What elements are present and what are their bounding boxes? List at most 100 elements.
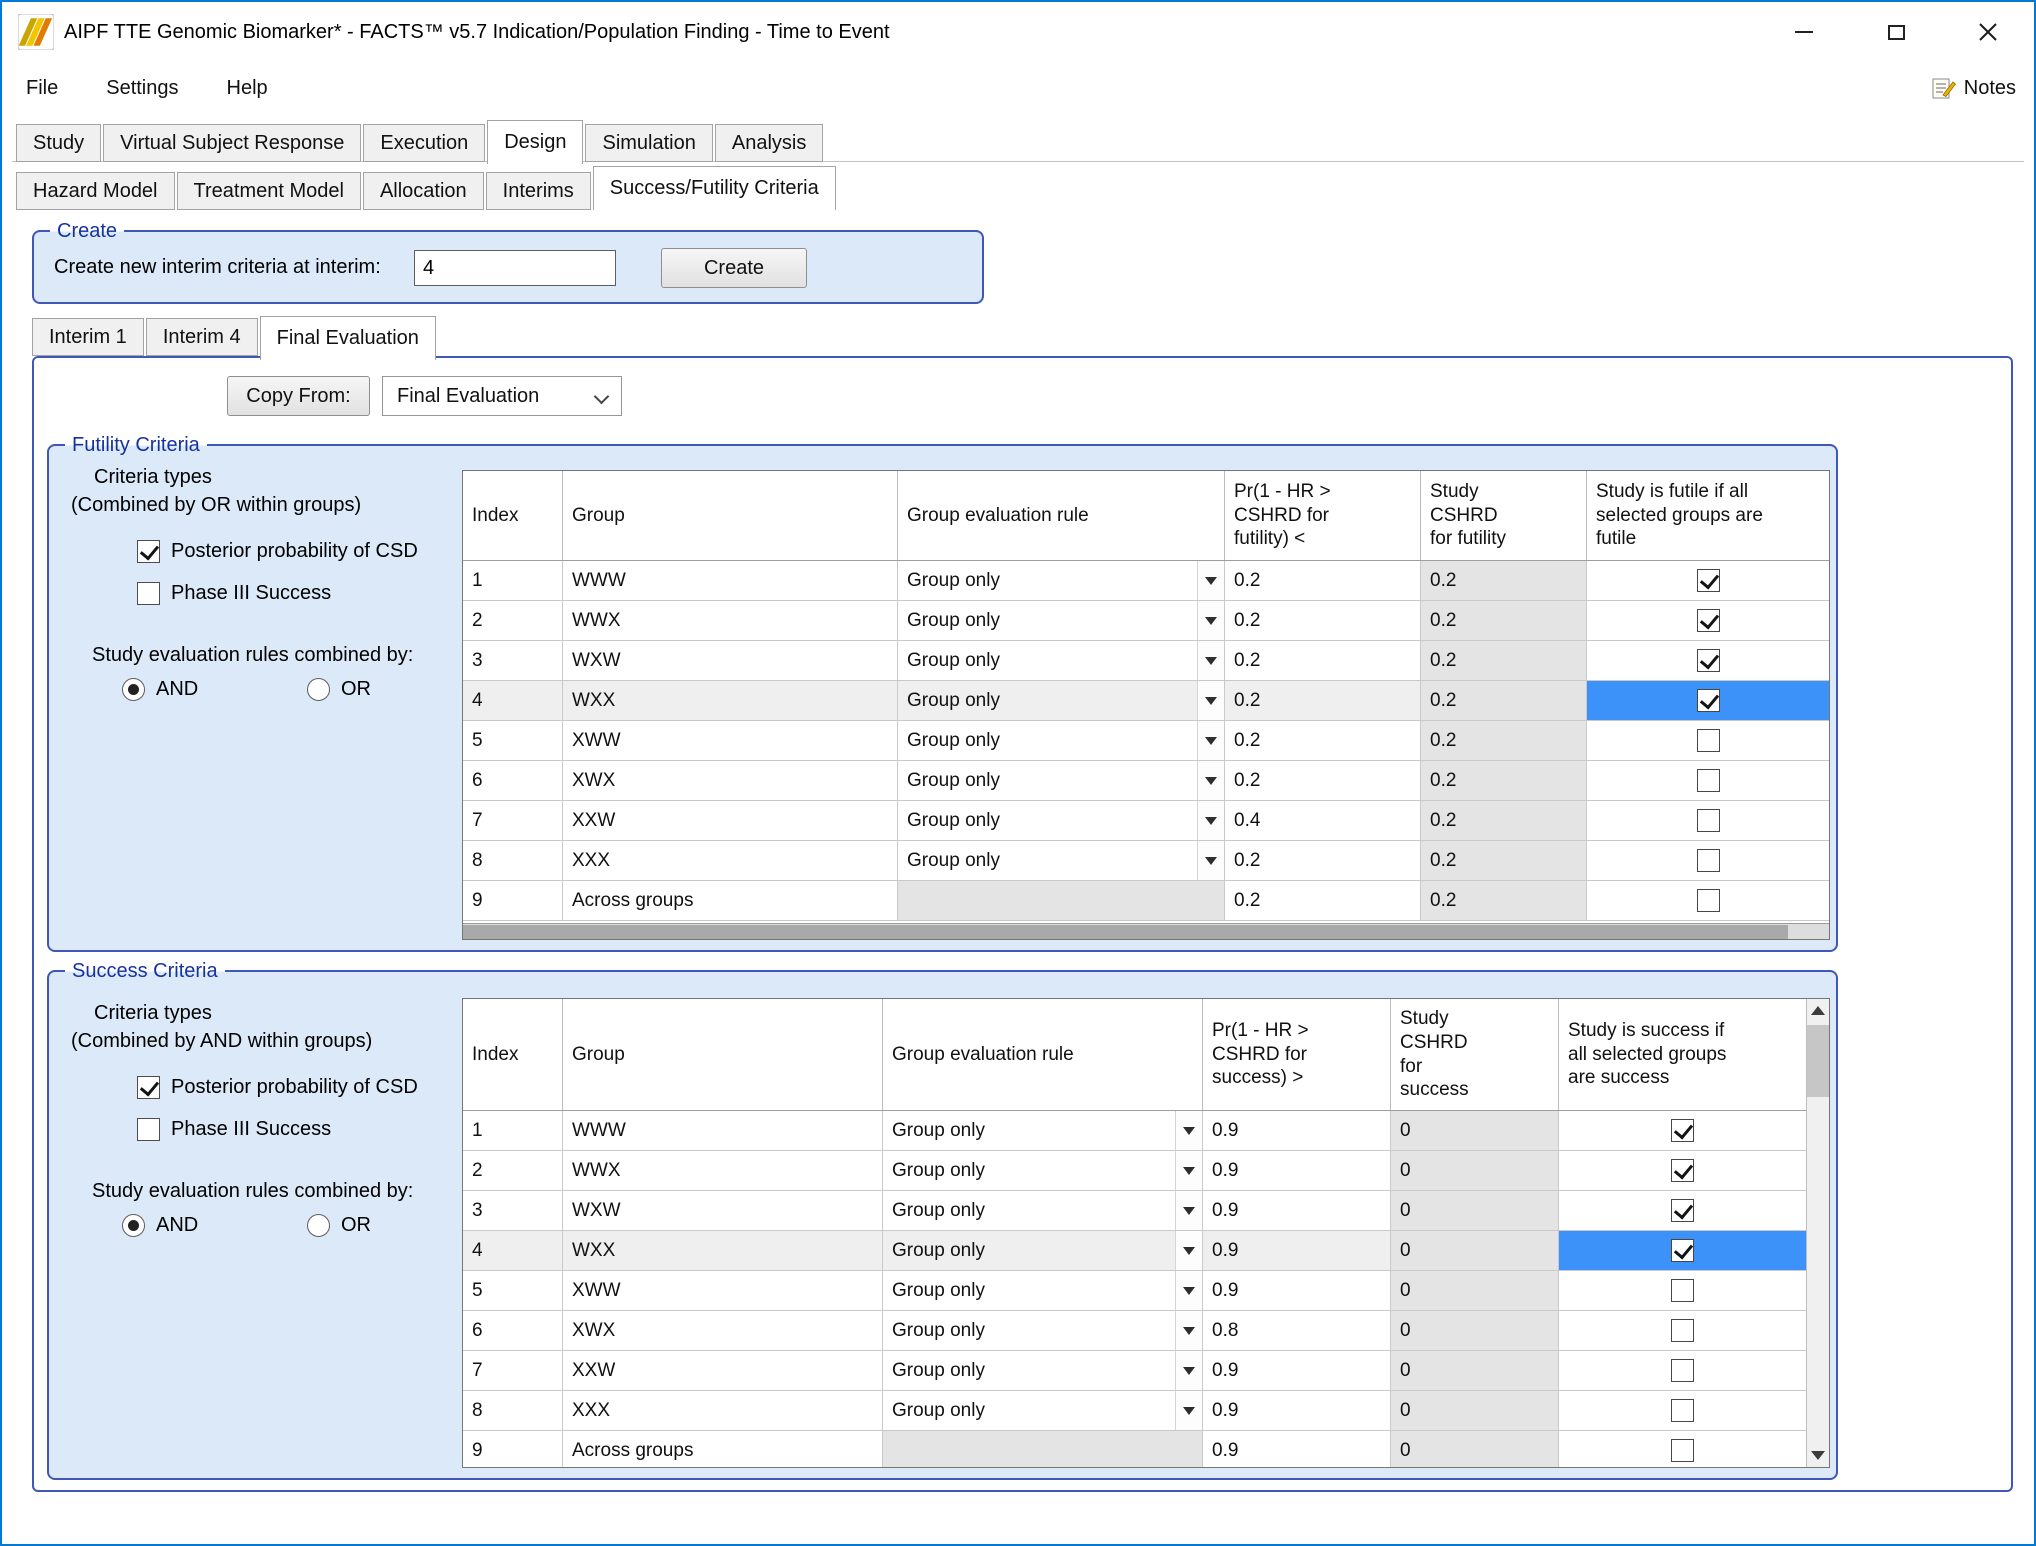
success-or-radio[interactable] [307, 1214, 330, 1237]
success-checkbox[interactable] [1671, 1159, 1694, 1182]
futile-checkbox[interactable] [1697, 569, 1720, 592]
futile-checkbox[interactable] [1697, 649, 1720, 672]
cell-pr[interactable]: 0.2 [1225, 681, 1421, 720]
dropdown-arrow-icon[interactable] [1175, 1191, 1202, 1230]
menu-file[interactable]: File [2, 62, 82, 114]
success-checkbox[interactable] [1671, 1319, 1694, 1342]
create-button[interactable]: Create [661, 248, 807, 288]
cell-pr[interactable]: 0.2 [1225, 841, 1421, 880]
scroll-up-button[interactable] [1807, 999, 1829, 1022]
group-evaluation-dropdown[interactable]: Group only [898, 681, 1225, 720]
tab-virtual-subject-response[interactable]: Virtual Subject Response [103, 124, 361, 162]
futile-checkbox[interactable] [1697, 809, 1720, 832]
dropdown-arrow-icon[interactable] [1197, 801, 1224, 840]
group-evaluation-dropdown[interactable]: Group only [898, 841, 1225, 880]
scroll-down-button[interactable] [1807, 1444, 1829, 1467]
group-evaluation-dropdown[interactable]: Group only [883, 1191, 1203, 1230]
group-evaluation-dropdown[interactable]: Group only [883, 1311, 1203, 1350]
tab-execution[interactable]: Execution [363, 124, 485, 162]
success-checkbox[interactable] [1671, 1399, 1694, 1422]
group-evaluation-dropdown[interactable]: Group only [883, 1111, 1203, 1150]
dropdown-arrow-icon[interactable] [1175, 1111, 1202, 1150]
cell-futile-check[interactable] [1587, 841, 1829, 880]
tab-interims[interactable]: Interims [486, 172, 591, 210]
dropdown-arrow-icon[interactable] [1197, 721, 1224, 760]
cell-futile-check[interactable] [1587, 721, 1829, 760]
copy-from-button[interactable]: Copy From: [227, 376, 370, 416]
group-evaluation-dropdown[interactable]: Group only [883, 1271, 1203, 1310]
dropdown-arrow-icon[interactable] [1197, 761, 1224, 800]
cell-futile-check[interactable] [1587, 801, 1829, 840]
tab-success-futility-criteria[interactable]: Success/Futility Criteria [593, 166, 836, 210]
cell-futile-check[interactable] [1587, 641, 1829, 680]
cell-futile-check[interactable] [1587, 601, 1829, 640]
success-checkbox[interactable] [1671, 1119, 1694, 1142]
dropdown-arrow-icon[interactable] [1175, 1271, 1202, 1310]
cell-pr[interactable]: 0.9 [1203, 1271, 1391, 1310]
group-evaluation-dropdown[interactable]: Group only [883, 1351, 1203, 1390]
cell-pr[interactable]: 0.2 [1225, 601, 1421, 640]
dropdown-arrow-icon[interactable] [1175, 1351, 1202, 1390]
futile-checkbox[interactable] [1697, 609, 1720, 632]
tab-allocation[interactable]: Allocation [363, 172, 484, 210]
cell-futile-check[interactable] [1587, 881, 1829, 920]
group-evaluation-dropdown[interactable]: Group only [883, 1231, 1203, 1270]
tab-design[interactable]: Design [487, 120, 583, 164]
dropdown-arrow-icon[interactable] [1197, 681, 1224, 720]
group-evaluation-dropdown[interactable]: Group only [898, 601, 1225, 640]
success-checkbox[interactable] [1671, 1439, 1694, 1462]
dropdown-arrow-icon[interactable] [1197, 841, 1224, 880]
group-evaluation-dropdown[interactable]: Group only [898, 761, 1225, 800]
horizontal-scrollbar[interactable] [463, 923, 1829, 939]
futile-checkbox[interactable] [1697, 689, 1720, 712]
cell-pr[interactable]: 0.9 [1203, 1111, 1391, 1150]
futility-phase3-checkbox[interactable] [137, 582, 160, 605]
cell-success-check[interactable] [1559, 1271, 1806, 1310]
dropdown-arrow-icon[interactable] [1197, 641, 1224, 680]
group-evaluation-dropdown[interactable]: Group only [898, 641, 1225, 680]
cell-futile-check[interactable] [1587, 561, 1829, 600]
futility-and-radio[interactable] [122, 678, 145, 701]
horizontal-scrollbar-thumb[interactable] [463, 925, 1788, 939]
success-phase3-checkbox[interactable] [137, 1118, 160, 1141]
cell-pr[interactable]: 0.9 [1203, 1191, 1391, 1230]
group-evaluation-dropdown[interactable]: Group only [898, 801, 1225, 840]
dropdown-arrow-icon[interactable] [1197, 561, 1224, 600]
success-and-radio[interactable] [122, 1214, 145, 1237]
cell-futile-check[interactable] [1587, 761, 1829, 800]
menu-help[interactable]: Help [203, 62, 292, 114]
cell-pr[interactable]: 0.4 [1225, 801, 1421, 840]
success-checkbox[interactable] [1671, 1359, 1694, 1382]
cell-success-check[interactable] [1559, 1231, 1806, 1270]
tab-interim-1[interactable]: Interim 1 [32, 318, 144, 356]
success-posterior-csd-checkbox[interactable] [137, 1076, 160, 1099]
cell-success-check[interactable] [1559, 1431, 1806, 1468]
cell-pr[interactable]: 0.9 [1203, 1351, 1391, 1390]
futility-posterior-csd-checkbox[interactable] [137, 540, 160, 563]
vertical-scrollbar-thumb[interactable] [1807, 1025, 1829, 1097]
close-button[interactable] [1942, 3, 2034, 61]
group-evaluation-dropdown[interactable]: Group only [883, 1151, 1203, 1190]
dropdown-arrow-icon[interactable] [1175, 1231, 1202, 1270]
dropdown-arrow-icon[interactable] [1175, 1391, 1202, 1430]
cell-success-check[interactable] [1559, 1191, 1806, 1230]
cell-success-check[interactable] [1559, 1111, 1806, 1150]
cell-success-check[interactable] [1559, 1391, 1806, 1430]
tab-simulation[interactable]: Simulation [585, 124, 712, 162]
futile-checkbox[interactable] [1697, 769, 1720, 792]
futile-checkbox[interactable] [1697, 849, 1720, 872]
vertical-scrollbar[interactable] [1806, 999, 1829, 1467]
tab-study[interactable]: Study [16, 124, 101, 162]
dropdown-arrow-icon[interactable] [1197, 601, 1224, 640]
cell-success-check[interactable] [1559, 1311, 1806, 1350]
success-checkbox[interactable] [1671, 1199, 1694, 1222]
interim-number-input[interactable] [414, 250, 616, 286]
group-evaluation-dropdown[interactable]: Group only [898, 561, 1225, 600]
notes-button[interactable]: Notes [1930, 62, 2016, 114]
cell-pr[interactable]: 0.2 [1225, 761, 1421, 800]
success-checkbox[interactable] [1671, 1279, 1694, 1302]
cell-futile-check[interactable] [1587, 681, 1829, 720]
futile-checkbox[interactable] [1697, 729, 1720, 752]
cell-pr[interactable]: 0.2 [1225, 881, 1421, 920]
tab-final-evaluation[interactable]: Final Evaluation [260, 316, 436, 360]
